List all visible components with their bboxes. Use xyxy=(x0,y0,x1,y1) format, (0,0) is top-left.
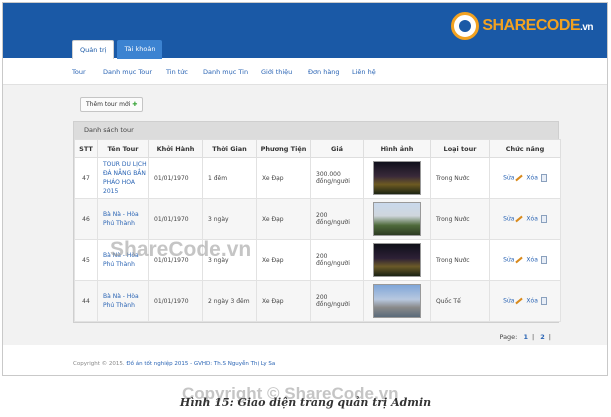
table-header-row: STT Tên Tour Khởi Hành Thời Gian Phương … xyxy=(74,139,561,158)
col-thoi-gian: Thời Gian xyxy=(202,139,257,158)
sharecode-logo-icon xyxy=(451,12,480,40)
col-ten-tour: Tên Tour xyxy=(97,139,149,158)
pagination: Page: 1 | 2 | xyxy=(499,333,551,341)
admin-page-screenshot: Quản trị Tài khoản SHARECODE.vn Tour Dan… xyxy=(2,2,608,376)
sharecode-logo: SHARECODE.vn xyxy=(451,12,593,40)
edit-button[interactable]: Sửa xyxy=(503,298,514,305)
nav-danh-muc-tin[interactable]: Danh mục Tin xyxy=(203,68,248,76)
delete-button[interactable]: Xóa xyxy=(526,257,537,264)
edit-button[interactable]: Sửa xyxy=(503,175,514,182)
figure-caption: Hình 15: Giao diện trang quản trị Admin xyxy=(179,396,432,409)
trash-icon[interactable] xyxy=(540,174,547,182)
nav-danh-muc-tour[interactable]: Danh mục Tour xyxy=(103,68,152,76)
col-khoi-hanh: Khởi Hành xyxy=(148,139,203,158)
tour-name-link[interactable]: TOUR DU LỊCH ĐÀ NẴNG BẮN PHÁO HOA 2015 xyxy=(103,160,148,196)
nav-don-hang[interactable]: Đơn hàng xyxy=(308,68,340,76)
panel-title: Danh sách tour xyxy=(74,122,558,139)
add-tour-button[interactable]: Thêm tour mới ✚ xyxy=(80,97,144,112)
trash-icon[interactable] xyxy=(540,297,547,305)
tour-name-link[interactable]: Bà Nà - Hòa Phú Thành xyxy=(103,251,148,269)
pencil-icon[interactable] xyxy=(515,297,524,305)
table-row: 46 Bà Nà - Hòa Phú Thành 01/01/1970 3 ng… xyxy=(74,198,561,240)
city-image xyxy=(373,284,421,318)
delete-button[interactable]: Xóa xyxy=(526,216,537,223)
table-row: 44 Bà Nà - Hòa Phú Thành 01/01/1970 2 ng… xyxy=(74,280,561,322)
col-gia: Giá xyxy=(310,139,364,158)
plus-icon: ✚ xyxy=(132,101,138,108)
tab-tai-khoan[interactable]: Tài khoản xyxy=(117,40,163,59)
col-hinh-anh: Hình ảnh xyxy=(363,139,431,158)
main-nav: Tour Danh mục Tour Tin tức Danh mục Tin … xyxy=(3,58,607,85)
trash-icon[interactable] xyxy=(540,256,547,264)
tour-table: STT Tên Tour Khởi Hành Thời Gian Phương … xyxy=(74,139,561,322)
edit-button[interactable]: Sửa xyxy=(503,257,514,264)
nav-tour[interactable]: Tour xyxy=(72,68,86,76)
tour-list-panel: Danh sách tour STT Tên Tour Khởi Hành Th… xyxy=(73,121,561,323)
header-tabs: Quản trị Tài khoản xyxy=(72,40,163,59)
edit-button[interactable]: Sửa xyxy=(503,216,514,223)
delete-button[interactable]: Xóa xyxy=(526,298,537,305)
page-2-link[interactable]: 2 xyxy=(540,333,545,341)
pencil-icon[interactable] xyxy=(515,215,524,223)
col-loai-tour: Loại tour xyxy=(430,139,490,158)
fireworks-image xyxy=(373,161,421,195)
nav-gioi-thieu[interactable]: Giới thiệu xyxy=(261,68,292,76)
pencil-icon[interactable] xyxy=(515,174,524,182)
fireworks-image xyxy=(373,243,421,277)
footer: Copyright © 2015. Đồ án tốt nghiệp 2015 … xyxy=(73,361,276,367)
tour-name-link[interactable]: Bà Nà - Hòa Phú Thành xyxy=(103,292,148,310)
tour-name-link[interactable]: Bà Nà - Hòa Phú Thành xyxy=(103,210,148,228)
trash-icon[interactable] xyxy=(540,215,547,223)
pencil-icon[interactable] xyxy=(515,256,524,264)
mountain-image xyxy=(373,202,421,236)
col-chuc-nang: Chức năng xyxy=(489,139,561,158)
footer-link[interactable]: Đồ án tốt nghiệp 2015 - GVHD: Th.S Nguyễ… xyxy=(126,361,275,367)
table-row: 47 TOUR DU LỊCH ĐÀ NẴNG BẮN PHÁO HOA 201… xyxy=(74,157,561,199)
delete-button[interactable]: Xóa xyxy=(526,175,537,182)
page-1-link[interactable]: 1 xyxy=(523,333,528,341)
nav-tin-tuc[interactable]: Tin tức xyxy=(166,68,188,76)
col-stt: STT xyxy=(74,139,98,158)
main-content: Thêm tour mới ✚ Danh sách tour STT Tên To… xyxy=(3,85,607,345)
col-phuong-tien: Phương Tiện xyxy=(256,139,311,158)
nav-lien-he[interactable]: Liên hệ xyxy=(352,68,376,76)
tab-quan-tri[interactable]: Quản trị xyxy=(72,40,115,59)
table-row: 45 Bà Nà - Hòa Phú Thành 01/01/1970 3 ng… xyxy=(74,239,561,281)
top-header-bar: Quản trị Tài khoản SHARECODE.vn xyxy=(3,3,607,59)
